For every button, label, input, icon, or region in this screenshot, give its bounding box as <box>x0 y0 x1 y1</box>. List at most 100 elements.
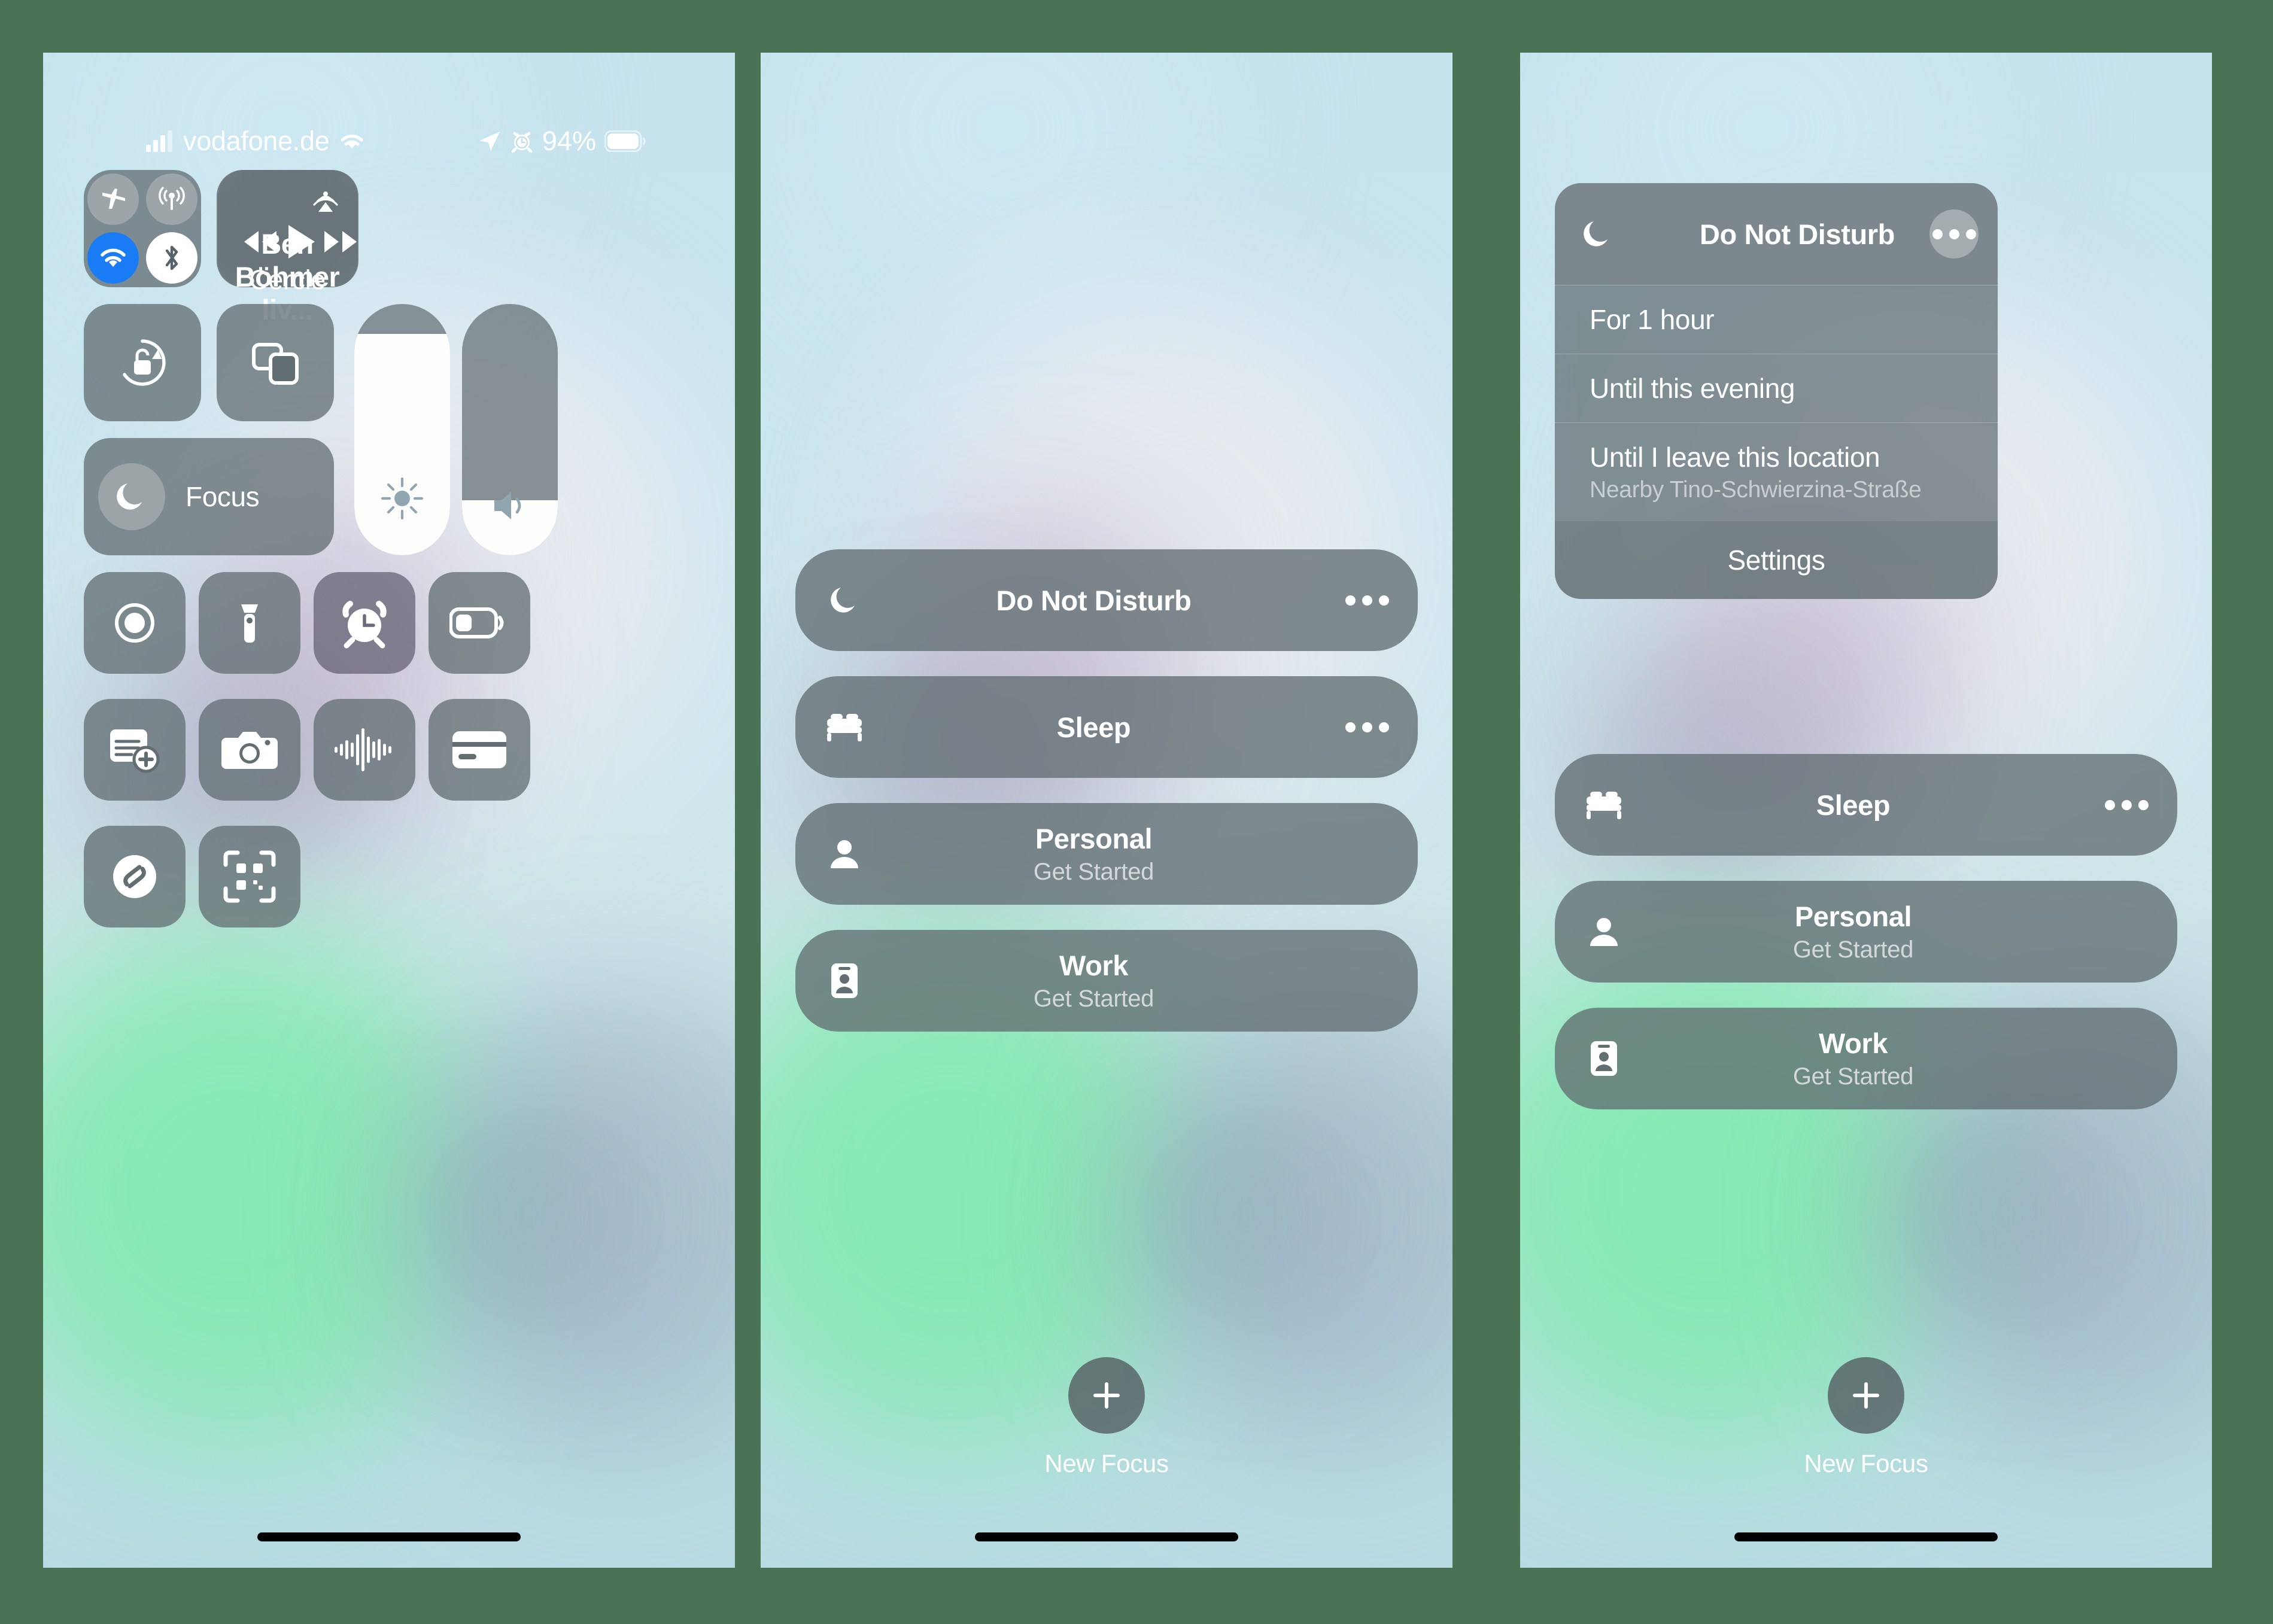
focus-mode-personal[interactable]: Personal Get Started <box>1555 881 2177 983</box>
dnd-option-label: Until this evening <box>1590 373 1795 404</box>
speaker-volume-icon <box>462 486 558 525</box>
new-focus-button[interactable]: New Focus <box>1520 1357 2212 1478</box>
focus-tile[interactable]: Focus <box>84 438 334 555</box>
focus-mode-work[interactable]: Work Get Started <box>1555 1008 2177 1109</box>
focus-mode-sleep[interactable]: Sleep <box>1555 754 2177 856</box>
focus-mode-name: Sleep <box>1816 789 1891 821</box>
dnd-option-until-this-evening[interactable]: Until this evening <box>1555 354 1998 422</box>
dnd-option-until-i-leave-this-location[interactable]: Until I leave this location Nearby Tino-… <box>1555 422 1998 521</box>
focus-mode-text: Work Get Started <box>1602 1027 2105 1090</box>
focus-mode-name: Work <box>1059 950 1129 981</box>
rotation-lock-tile[interactable] <box>84 304 201 421</box>
shazam-tile[interactable] <box>84 826 186 927</box>
focus-mode-work[interactable]: Work Get Started <box>795 930 1418 1032</box>
screenshot-stage: vodafone.de 94% Ben Böhmer Cercle Focus … <box>0 0 2273 1624</box>
notes-add-icon <box>105 722 164 777</box>
new-focus-button[interactable]: New Focus <box>761 1357 1452 1478</box>
notes-tile[interactable] <box>84 699 186 801</box>
focus-mode-subtitle: Get Started <box>1033 986 1154 1012</box>
focus-mode-subtitle: Get Started <box>1792 936 1914 963</box>
crescent-moon-icon <box>98 463 165 530</box>
airplay-audio-icon[interactable] <box>309 182 342 215</box>
now-playing-media-card[interactable]: Ben Böhmer liv... Cercle <box>217 170 358 326</box>
focus-mode-personal[interactable]: Personal Get Started <box>795 803 1418 905</box>
focus-mode-do-not-disturb[interactable]: Do Not Disturb <box>795 549 1418 651</box>
brightness-fill <box>354 334 450 555</box>
panel-focus-picker-dnd-menu: Do Not Disturb For 1 hour Until this eve… <box>1520 53 2212 1568</box>
wifi-icon <box>338 130 366 152</box>
ellipsis-icon[interactable] <box>1345 722 1389 732</box>
airplane-mode-toggle[interactable] <box>87 174 139 225</box>
bluetooth-toggle[interactable] <box>146 232 197 284</box>
camera-tile[interactable] <box>199 699 300 801</box>
battery-icon <box>604 130 646 152</box>
alarm-clock-icon <box>336 594 393 652</box>
focus-mode-text: Personal Get Started <box>842 822 1345 886</box>
brightness-sun-icon <box>354 475 450 522</box>
low-power-mode-tile[interactable] <box>429 572 530 674</box>
dnd-option-label: Until I leave this location <box>1590 442 1880 473</box>
battery-percent-label: 94% <box>542 126 596 156</box>
do-not-disturb-menu: Do Not Disturb For 1 hour Until this eve… <box>1555 183 1998 599</box>
cellular-bars-icon <box>146 130 175 152</box>
wifi-icon <box>98 245 128 270</box>
home-indicator <box>975 1532 1238 1541</box>
carrier-label: vodafone.de <box>183 126 330 156</box>
focus-mode-text: Work Get Started <box>842 949 1345 1012</box>
play-icon[interactable] <box>282 221 318 262</box>
bluetooth-icon <box>160 242 184 273</box>
screen-record-tile[interactable] <box>84 572 186 674</box>
plus-icon[interactable] <box>1068 1357 1145 1434</box>
wallet-tile[interactable] <box>429 699 530 801</box>
focus-mode-name: Sleep <box>1056 711 1131 743</box>
focus-mode-text: Sleep <box>842 711 1345 744</box>
flashlight-tile[interactable] <box>199 572 300 674</box>
media-transport-controls <box>217 221 358 262</box>
focus-mode-name: Work <box>1818 1027 1888 1059</box>
dnd-option-for-1-hour[interactable]: For 1 hour <box>1555 285 1998 354</box>
cellular-antenna-icon <box>157 185 186 214</box>
screen-mirroring-tile[interactable] <box>217 304 334 421</box>
plus-icon[interactable] <box>1828 1357 1904 1434</box>
focus-mode-name: Personal <box>1035 823 1153 854</box>
track-artist: Cercle <box>249 264 326 295</box>
dnd-menu-header[interactable]: Do Not Disturb <box>1555 183 1998 285</box>
focus-mode-name: Personal <box>1794 901 1912 932</box>
new-focus-label: New Focus <box>1804 1449 1928 1477</box>
ellipsis-icon[interactable] <box>1345 595 1389 606</box>
ellipsis-icon[interactable] <box>2105 799 2149 810</box>
timer-tile[interactable] <box>314 572 415 674</box>
fast-forward-icon[interactable] <box>318 225 364 258</box>
screen-mirroring-icon <box>244 332 306 394</box>
location-arrow-icon <box>478 129 502 153</box>
connectivity-toggles <box>84 170 201 287</box>
dnd-settings-button[interactable]: Settings <box>1555 521 1998 599</box>
qr-code-scanner-icon <box>221 848 278 905</box>
brightness-slider[interactable] <box>354 304 450 555</box>
qr-scanner-tile[interactable] <box>199 826 300 927</box>
volume-slider[interactable] <box>462 304 558 555</box>
screen-record-icon <box>107 595 163 651</box>
dnd-option-sublabel: Nearby Tino-Schwierzina-Straße <box>1590 477 1922 503</box>
focus-mode-name: Do Not Disturb <box>996 584 1192 616</box>
rewind-icon[interactable] <box>237 225 282 258</box>
wifi-toggle[interactable] <box>87 232 139 284</box>
ellipsis-icon[interactable] <box>1929 209 1979 258</box>
rotation-lock-icon <box>111 332 174 394</box>
focus-tile-label: Focus <box>186 481 260 512</box>
voice-memos-tile[interactable] <box>314 699 415 801</box>
focus-mode-subtitle: Get Started <box>1792 1063 1914 1090</box>
flashlight-icon <box>223 596 276 650</box>
focus-mode-text: Do Not Disturb <box>842 584 1345 617</box>
shazam-icon <box>105 847 164 906</box>
focus-mode-text: Sleep <box>1602 789 2105 822</box>
focus-mode-text: Personal Get Started <box>1602 900 2105 963</box>
panel-control-center: vodafone.de 94% Ben Böhmer Cercle Focus <box>43 53 735 1568</box>
cellular-data-toggle[interactable] <box>146 174 197 225</box>
airplane-icon <box>99 185 127 214</box>
battery-low-power-icon <box>449 604 509 641</box>
dnd-option-label: For 1 hour <box>1590 304 1715 335</box>
home-indicator <box>1734 1532 1998 1541</box>
focus-mode-sleep[interactable]: Sleep <box>795 676 1418 778</box>
voice-memo-waveform-icon <box>333 726 396 774</box>
